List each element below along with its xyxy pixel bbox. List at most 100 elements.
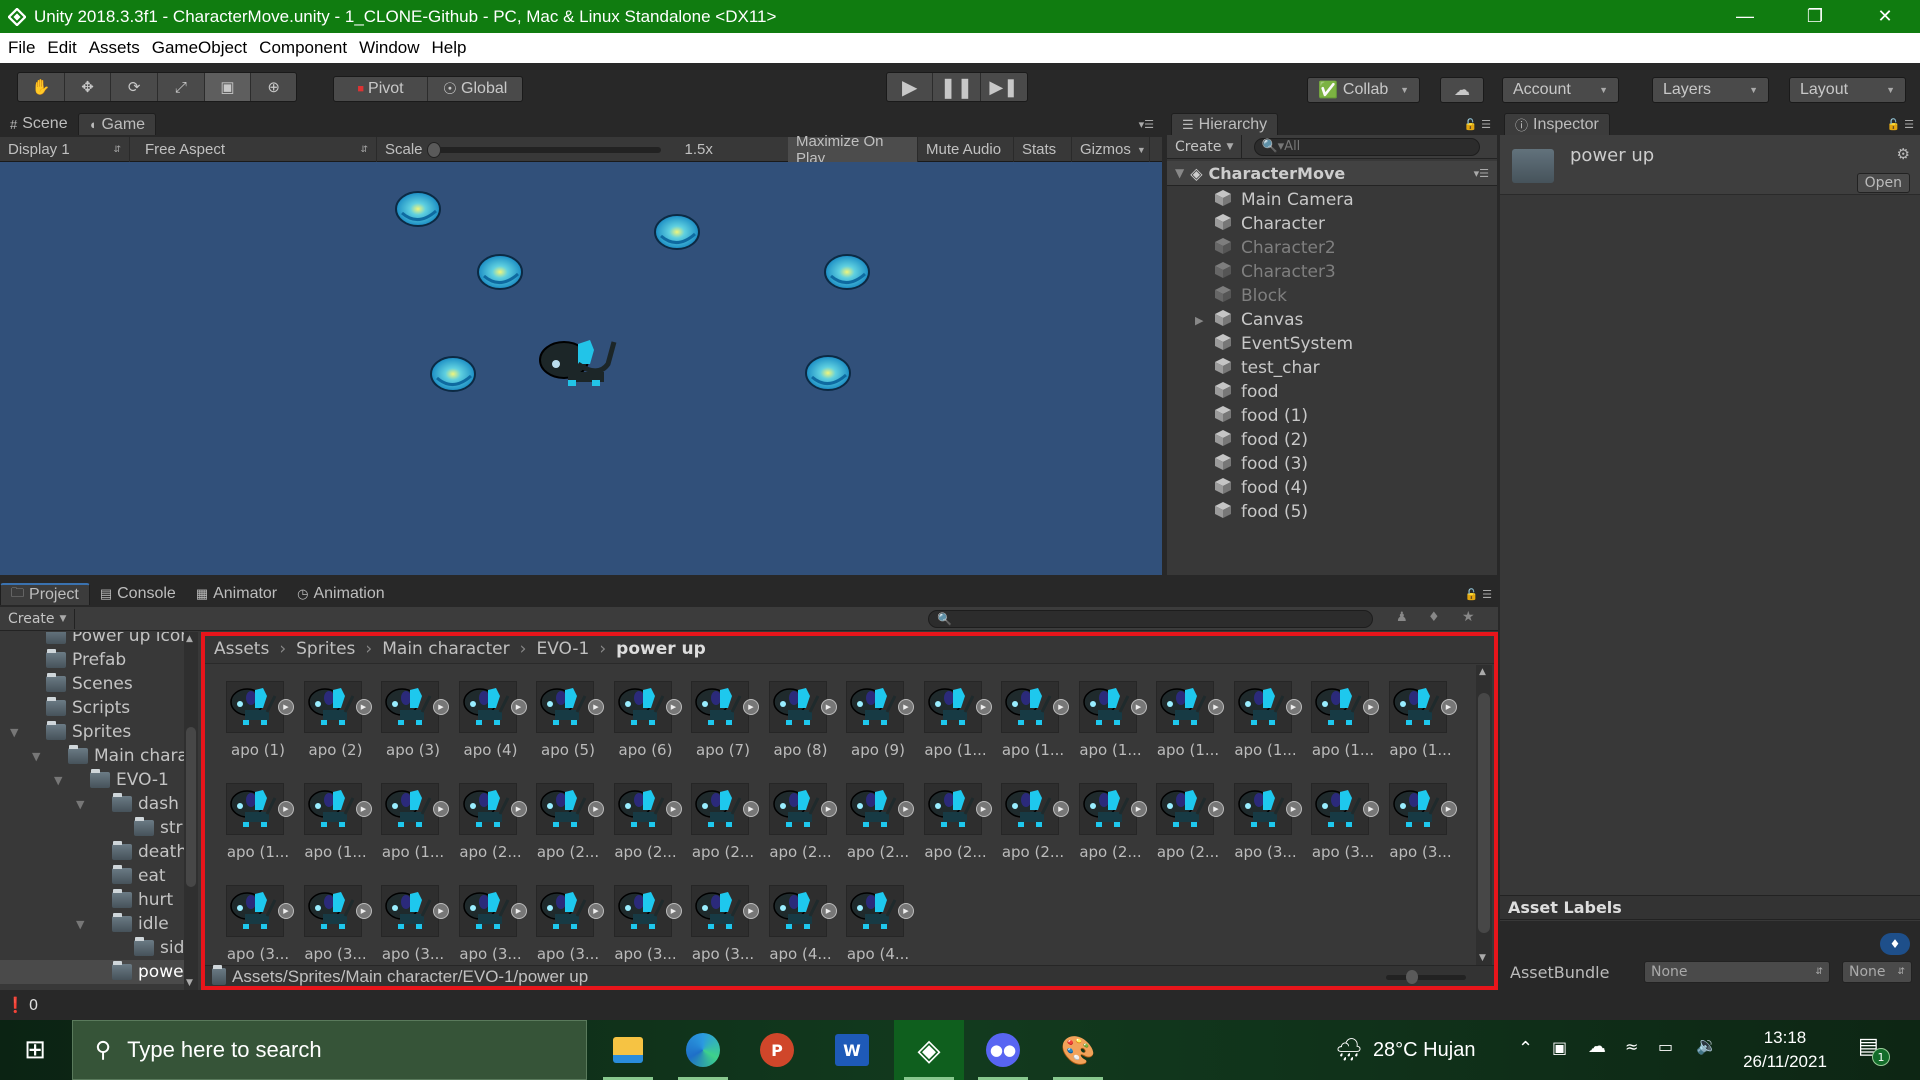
asset-item[interactable]: ▶ apo (5): [536, 681, 606, 776]
scene-header[interactable]: ▼ ◈ CharacterMove ▾☰: [1167, 161, 1497, 186]
scale-slider-handle[interactable]: [426, 141, 441, 158]
panel-menu-icon[interactable]: ▾☰: [1131, 118, 1162, 135]
rotate-tool-button[interactable]: ⟳: [111, 73, 159, 101]
close-button[interactable]: ✕: [1850, 0, 1920, 33]
tab-animation[interactable]: ◷ Animation: [287, 583, 395, 605]
asset-item[interactable]: ▶ apo (1...: [923, 681, 994, 776]
weather-widget[interactable]: 🌧 28°C Hujan: [1335, 1020, 1475, 1080]
asset-item[interactable]: ▶ apo (3...: [226, 885, 296, 975]
volume-icon[interactable]: 🔉: [1696, 1036, 1717, 1056]
asset-item[interactable]: ▶ apo (1...: [1156, 681, 1226, 776]
show-hidden-icons-icon[interactable]: ⌃: [1518, 1038, 1533, 1059]
onedrive-cloud-icon[interactable]: ☁: [1588, 1036, 1606, 1057]
asset-item[interactable]: ▶ apo (2...: [1001, 783, 1071, 878]
hierarchy-item[interactable]: Character2: [1167, 236, 1497, 260]
restore-button[interactable]: ❐: [1780, 0, 1850, 33]
lock-icon[interactable]: 🔓: [1464, 118, 1478, 131]
play-animation-icon[interactable]: ▶: [278, 699, 294, 715]
hierarchy-item[interactable]: EventSystem: [1167, 332, 1497, 356]
asset-item[interactable]: ▶ apo (1...: [1078, 681, 1149, 776]
asset-item[interactable]: ▶ apo (2...: [536, 783, 606, 878]
asset-item[interactable]: ▶ apo (1...: [1311, 681, 1381, 776]
hierarchy-item[interactable]: Main Camera: [1167, 188, 1497, 212]
transform-tool-button[interactable]: ⊕: [251, 73, 296, 101]
breadcrumb-item[interactable]: Main character: [382, 639, 509, 659]
expand-arrow-icon[interactable]: ▶: [1195, 314, 1209, 327]
stats-toggle[interactable]: Stats: [1014, 137, 1072, 162]
label-tag-button[interactable]: ♦: [1880, 933, 1910, 955]
hand-tool-button[interactable]: ✋: [18, 73, 65, 101]
panel-menu-icon[interactable]: ☰: [1481, 118, 1491, 131]
asset-item[interactable]: ▶ apo (1...: [226, 783, 296, 878]
asset-item[interactable]: ▶ apo (2...: [613, 783, 684, 878]
hierarchy-item[interactable]: Character: [1167, 212, 1497, 236]
play-animation-icon[interactable]: ▶: [820, 699, 837, 715]
asset-item[interactable]: ▶ apo (3...: [536, 885, 606, 975]
hierarchy-item[interactable]: Character3: [1167, 260, 1497, 284]
asset-item[interactable]: ▶ apo (2...: [1156, 783, 1226, 878]
play-animation-icon[interactable]: ▶: [1130, 699, 1147, 715]
play-animation-icon[interactable]: ▶: [743, 903, 759, 919]
folder-tree-item[interactable]: stri: [0, 816, 184, 840]
breadcrumb-item[interactable]: EVO-1: [536, 639, 589, 659]
folder-tree-item[interactable]: ▼ Sprites: [0, 720, 184, 744]
expand-arrow-icon[interactable]: ▼: [54, 774, 62, 787]
open-button[interactable]: Open: [1856, 173, 1910, 193]
asset-item[interactable]: ▶ apo (2...: [846, 783, 916, 878]
play-animation-icon[interactable]: ▶: [433, 801, 449, 817]
play-button[interactable]: ▶: [887, 73, 934, 101]
lock-icon[interactable]: 🔓: [1887, 118, 1901, 131]
play-animation-icon[interactable]: ▶: [355, 699, 372, 715]
play-animation-icon[interactable]: ▶: [433, 699, 449, 715]
collab-button[interactable]: ✅ Collab ▼: [1307, 77, 1420, 103]
display-dropdown[interactable]: Display 1 ⇵: [0, 137, 130, 162]
icon-size-slider[interactable]: [1386, 970, 1466, 984]
hierarchy-item[interactable]: food (2): [1167, 428, 1497, 452]
rect-tool-button[interactable]: ▣: [204, 73, 252, 101]
folder-tree-item[interactable]: ▼ EVO-1: [0, 768, 184, 792]
clock[interactable]: 13:18 26/11/2021: [1735, 1026, 1835, 1074]
play-animation-icon[interactable]: ▶: [588, 699, 604, 715]
play-animation-icon[interactable]: ▶: [588, 801, 604, 817]
lock-icon[interactable]: 🔓: [1465, 588, 1479, 601]
asset-item[interactable]: ▶ apo (6): [613, 681, 684, 776]
play-animation-icon[interactable]: ▶: [1053, 699, 1069, 715]
menu-edit[interactable]: Edit: [47, 38, 76, 58]
favorite-star-icon[interactable]: ★: [1462, 609, 1475, 625]
play-animation-icon[interactable]: ▶: [510, 801, 527, 817]
menu-assets[interactable]: Assets: [89, 38, 140, 58]
asset-item[interactable]: ▶ apo (3...: [1233, 783, 1304, 878]
tab-inspector[interactable]: ⓘ Inspector: [1504, 113, 1610, 135]
play-animation-icon[interactable]: ▶: [1208, 699, 1224, 715]
play-animation-icon[interactable]: ▶: [1440, 699, 1457, 715]
play-animation-icon[interactable]: ▶: [898, 699, 914, 715]
hierarchy-search-input[interactable]: 🔍▾ All: [1254, 137, 1481, 156]
panel-menu-icon[interactable]: ☰: [1904, 118, 1914, 131]
battery-icon[interactable]: ▭: [1658, 1037, 1673, 1056]
asset-item[interactable]: ▶ apo (3...: [381, 885, 451, 975]
maximize-on-play-toggle[interactable]: Maximize On Play: [788, 133, 918, 167]
assetbundle-variant-dropdown[interactable]: None ⇵: [1842, 961, 1912, 983]
gear-icon[interactable]: ⚙: [1897, 145, 1910, 163]
notification-center-button[interactable]: ▤ 1: [1858, 1034, 1890, 1066]
play-animation-icon[interactable]: ▶: [665, 801, 682, 817]
folder-tree-item[interactable]: death: [0, 840, 184, 864]
filter-by-type-icon[interactable]: ♟: [1396, 610, 1408, 625]
asset-item[interactable]: ▶ apo (2...: [1078, 783, 1149, 878]
scale-slider[interactable]: [426, 141, 661, 158]
asset-item[interactable]: ▶ apo (2...: [768, 783, 839, 878]
asset-item[interactable]: ▶ apo (9): [846, 681, 916, 776]
menu-component[interactable]: Component: [259, 38, 347, 58]
asset-scrollbar-thumb[interactable]: [1478, 693, 1490, 933]
taskbar-unity[interactable]: ◈: [894, 1020, 964, 1080]
asset-item[interactable]: ▶ apo (4...: [846, 885, 916, 975]
scroll-up-icon[interactable]: ▲: [1479, 667, 1486, 677]
asset-item[interactable]: ▶ apo (2): [303, 681, 374, 776]
layers-dropdown[interactable]: Layers ▼: [1652, 77, 1769, 103]
folder-tree-item[interactable]: Power up icon: [0, 632, 184, 648]
move-tool-button[interactable]: ✥: [65, 73, 112, 101]
scroll-down-icon[interactable]: ▼: [1479, 953, 1486, 963]
asset-item[interactable]: ▶ apo (1): [226, 681, 296, 776]
play-animation-icon[interactable]: ▶: [278, 801, 294, 817]
scale-tool-button[interactable]: ⤢: [158, 73, 205, 101]
